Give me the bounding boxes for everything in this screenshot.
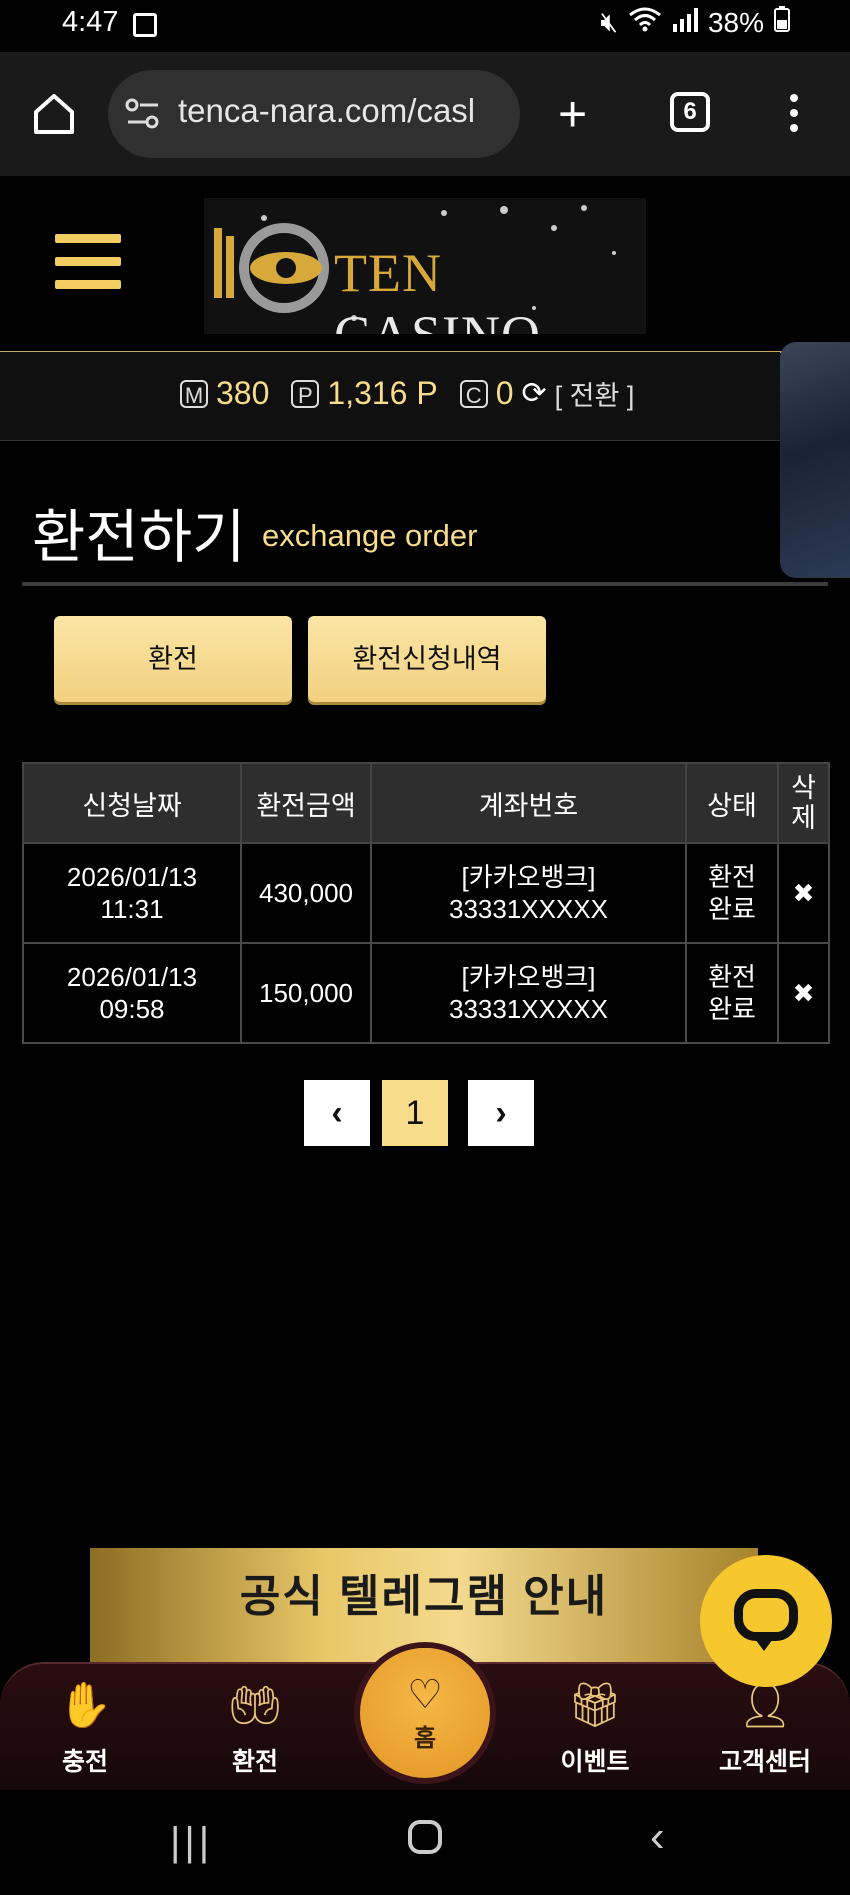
address-bar[interactable]: tenca-nara.com/casl [108, 70, 520, 158]
convert-button[interactable]: [ 전환 ] [555, 374, 635, 413]
cell-date: 2026/01/13 11:31 [22, 842, 242, 944]
nav-charge[interactable]: ✋ 충전 [25, 1678, 145, 1778]
exchange-button[interactable]: 환전 [54, 616, 292, 702]
battery-percent: 38% [707, 6, 764, 38]
exchange-table: 신청날짜 환전금액 계좌번호 상태 삭 제 2026/01/13 11:31 43… [22, 762, 830, 1044]
nav-home[interactable]: ♡ 홈 [360, 1648, 490, 1778]
header-status: 상태 [685, 762, 779, 844]
point-icon: P [291, 379, 320, 408]
nav-exchange-label: 환전 [231, 1748, 278, 1776]
gift-icon: 🎁︎ [567, 1681, 623, 1730]
nav-charge-label: 충전 [61, 1748, 108, 1776]
status-icons: 🔇︎ 38% [600, 6, 790, 39]
money-value: 380 [216, 375, 270, 411]
date-text: 2026/01/13 [66, 962, 198, 992]
url-text: tenca-nara.com/casl [178, 92, 476, 129]
cell-account: [카카오뱅크] 33331XXXXX [370, 942, 687, 1044]
cell-status: 환전 완료 [685, 842, 779, 944]
home-heart-icon: ♡ [407, 1673, 443, 1717]
exchange-hand-icon: 🤲︎ [227, 1681, 283, 1730]
android-home-icon[interactable] [408, 1820, 442, 1854]
nav-support-label: 고객센터 [718, 1748, 811, 1776]
back-icon[interactable]: ‹ [650, 1812, 665, 1862]
home-icon[interactable] [30, 90, 78, 138]
header-account: 계좌번호 [370, 762, 687, 844]
account-number: 33331XXXXX [448, 994, 608, 1024]
site-logo[interactable]: TEN CASINO [204, 198, 646, 334]
account-number: 33331XXXXX [448, 894, 608, 924]
status-line2: 완료 [708, 894, 756, 924]
image-notification-icon [133, 13, 157, 37]
cell-status: 환전 완료 [685, 942, 779, 1044]
status-bar: 4:47 🔇︎ 38% [0, 0, 850, 52]
prev-page-button[interactable]: ‹ [304, 1080, 370, 1146]
telegram-banner-text: 공식 텔레그램 안내 [239, 1572, 609, 1621]
mute-icon: 🔇︎ [600, 6, 618, 37]
nav-support[interactable]: 👤︎ 고객센터 [705, 1678, 825, 1778]
current-page[interactable]: 1 [382, 1080, 448, 1146]
date-text: 2026/01/13 [66, 862, 198, 892]
point-value: 1,316 P [327, 375, 438, 411]
time-text: 11:31 [100, 894, 164, 924]
header-amount: 환전금액 [240, 762, 372, 844]
points-bar: M 380 P 1,316 P C 0 ⟳ [ 전환 ] [0, 352, 780, 441]
more-menu-icon[interactable] [790, 94, 800, 139]
status-line2: 완료 [708, 994, 756, 1024]
delete-icon[interactable]: ✖ [777, 842, 830, 944]
signal-icon [672, 7, 698, 39]
table-row: 2026/01/13 11:31 430,000 [카카오뱅크] 33331XXXX… [22, 842, 830, 944]
logo-wordmark: TEN CASINO [334, 242, 646, 334]
nav-exchange[interactable]: 🤲︎ 환전 [195, 1678, 315, 1778]
header-delete: 삭 제 [777, 762, 830, 844]
cell-account: [카카오뱅크] 33331XXXXX [370, 842, 687, 944]
chat-icon [734, 1589, 798, 1641]
cell-date: 2026/01/13 09:58 [22, 942, 242, 1044]
page-subtitle: exchange order [262, 518, 478, 553]
tab-switcher-icon[interactable]: 6 [670, 92, 710, 132]
android-nav-bar: ||| ‹ [0, 1790, 850, 1895]
menu-icon[interactable] [55, 234, 121, 303]
page-title: 환전하기 [32, 505, 246, 570]
site-settings-icon[interactable] [124, 96, 162, 132]
coin-icon: C [459, 379, 488, 408]
refresh-icon[interactable]: ⟳ [522, 376, 547, 411]
money-icon: M [180, 379, 208, 408]
browser-toolbar: tenca-nara.com/casl + 6 [0, 52, 850, 178]
new-tab-icon[interactable]: + [558, 89, 587, 139]
cell-amount: 150,000 [240, 942, 372, 1044]
nav-home-label: 홈 [413, 1725, 437, 1752]
header-date: 신청날짜 [22, 762, 242, 844]
time-text: 09:58 [99, 994, 165, 1024]
status-time: 4:47 [62, 6, 119, 38]
table-row: 2026/01/13 09:58 150,000 [카카오뱅크] 33331XXXX… [22, 942, 830, 1044]
charge-icon: ✋ [57, 1681, 113, 1730]
status-line1: 환전 [708, 862, 756, 892]
logo-ten: TEN [334, 243, 442, 303]
site-header: TEN CASINO [0, 176, 850, 353]
bank-name: [카카오뱅크] [461, 862, 596, 892]
exchange-history-button[interactable]: 환전신청내역 [308, 616, 546, 702]
nav-event[interactable]: 🎁︎ 이벤트 [535, 1678, 655, 1778]
nav-event-label: 이벤트 [560, 1748, 630, 1776]
chat-icon-tail [752, 1635, 776, 1651]
wifi-icon [628, 6, 662, 39]
bank-name: [카카오뱅크] [461, 962, 596, 992]
cell-amount: 430,000 [240, 842, 372, 944]
logo-casino: CASINO [334, 305, 541, 334]
next-page-button[interactable]: › [468, 1080, 534, 1146]
status-line1: 환전 [708, 962, 756, 992]
coin-value: 0 [495, 375, 514, 411]
recent-apps-icon[interactable]: ||| [170, 1820, 213, 1865]
battery-icon [774, 6, 790, 39]
page-heading: 환전하기 exchange order [22, 490, 828, 586]
chat-button[interactable] [700, 1555, 832, 1687]
delete-icon[interactable]: ✖ [777, 942, 830, 1044]
table-header-row: 신청날짜 환전금액 계좌번호 상태 삭 제 [22, 762, 830, 844]
